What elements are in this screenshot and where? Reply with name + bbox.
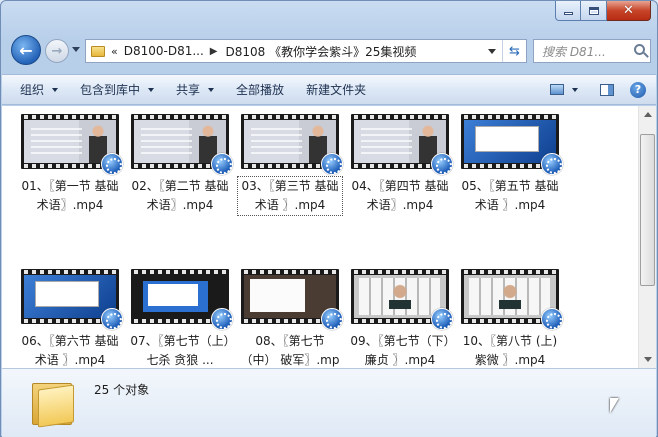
chevron-up-icon [643,112,652,117]
video-thumbnail [351,269,453,330]
new-folder-button[interactable]: 新建文件夹 [306,81,366,98]
back-arrow-icon: ← [19,40,33,60]
minimize-icon [563,12,573,15]
file-item[interactable]: 07、〖第七节（上）七杀 贪狼 ... [128,269,233,368]
forward-button[interactable]: → [45,39,69,63]
file-name: 04、〖第四节 基础术语〗.mp4 [351,179,449,212]
media-player-icon [101,308,123,330]
file-item[interactable]: 10、〖第八节 (上) 紫微 〗.mp4 [458,269,563,368]
view-options-dropdown[interactable] [572,87,578,92]
address-bar[interactable]: « D8100-D81... ▶ D8108 《教你学会紫斗》25集视频 ⇆ [85,39,527,63]
scrollbar-thumb[interactable] [640,134,655,286]
breadcrumb-segment-1[interactable]: D8100-D81... [124,44,204,58]
refresh-icon: ⇆ [509,43,520,59]
new-folder-label: 新建文件夹 [306,83,367,97]
video-thumbnail [241,269,343,330]
organize-menu[interactable]: 组织 [20,81,59,98]
include-library-label: 包含到库中 [80,83,141,97]
folder-icon [91,45,105,57]
folder-icon [32,379,74,428]
chevron-down-icon [488,48,496,54]
file-item[interactable]: 08、〖第七节（中） 破军〗.mp4 [238,269,343,368]
recent-pages-dropdown[interactable] [72,47,80,52]
play-all-label: 全部播放 [236,83,285,97]
chevron-down-icon [148,87,155,92]
video-thumbnail [461,269,563,330]
media-player-icon [211,308,233,330]
video-thumbnail [461,114,563,175]
close-icon: ✕ [623,3,634,18]
details-pane: 25 个对象 [2,368,656,437]
file-item[interactable]: 05、〖第五节 基础术语 〗.mp4 [458,114,563,215]
file-item[interactable]: 04、〖第四节 基础术语〗.mp4 [348,114,453,215]
preview-pane-icon[interactable] [600,83,614,96]
file-item[interactable]: 03、〖第三节 基础术语 〗.mp4 [237,114,343,216]
caption-buttons: ✕ [555,1,651,21]
file-name: 10、〖第八节 (上) 紫微 〗.mp4 [462,334,558,367]
search-input[interactable]: 搜索 D81... [533,39,651,63]
command-bar: 组织 包含到库中 共享 全部播放 新建文件夹 ? [2,74,656,105]
scroll-down-button[interactable] [639,351,656,368]
file-list[interactable]: 01、〖第一节 基础术语〗.mp4 02、〖第二节 基础术语〗.mp4 03、〖第三… [2,106,638,368]
search-icon [634,44,645,55]
file-name: 07、〖第七节（上）七杀 贪狼 ... [130,334,230,367]
file-item[interactable]: 06、〖第六节 基础术语 〗.mp4 [18,269,123,368]
video-thumbnail [21,269,123,330]
file-name: 09、〖第七节（下）廉贞 〗.mp4 [350,334,450,367]
file-name: 02、〖第二节 基础术语〗.mp4 [131,179,229,212]
media-player-icon [431,308,453,330]
share-menu[interactable]: 共享 [176,81,215,98]
scroll-up-button[interactable] [639,106,656,123]
media-player-icon [541,308,563,330]
media-player-icon [211,153,233,175]
organize-label: 组织 [20,83,45,97]
file-name: 06、〖第六节 基础术语 〗.mp4 [21,334,119,367]
minimize-button[interactable] [555,1,581,21]
file-name: 03、〖第三节 基础术语 〗.mp4 [237,176,343,216]
refresh-button[interactable]: ⇆ [502,40,526,62]
file-name: 08、〖第七节（中） 破军〗.mp4 [240,334,340,367]
close-button[interactable]: ✕ [607,1,651,21]
media-player-icon [321,153,343,175]
item-count: 25 个对象 [94,383,150,397]
video-thumbnail [351,114,453,175]
explorer-window: ✕ ← → « D8100-D81... ▶ D8108 《教你学会紫斗》25集… [0,0,658,437]
video-thumbnail [241,114,343,175]
vertical-scrollbar[interactable] [638,106,656,368]
forward-arrow-icon: → [51,43,63,59]
include-in-library-menu[interactable]: 包含到库中 [80,81,155,98]
back-button[interactable]: ← [11,35,41,65]
search-placeholder: 搜索 D81... [542,44,606,59]
video-thumbnail [131,114,233,175]
media-player-icon [101,153,123,175]
breadcrumb-segment-2[interactable]: D8108 《教你学会紫斗》25集视频 [226,43,417,60]
file-name: 01、〖第一节 基础术语〗.mp4 [21,179,119,212]
share-label: 共享 [176,83,201,97]
media-player-icon [541,153,563,175]
address-dropdown-button[interactable] [482,40,502,62]
change-view-icon[interactable] [550,84,564,95]
video-thumbnail [131,269,233,330]
video-thumbnail [21,114,123,175]
file-item[interactable]: 09、〖第七节（下）廉贞 〗.mp4 [348,269,453,368]
chevron-down-icon [208,87,215,92]
play-all-button[interactable]: 全部播放 [236,81,284,98]
file-name: 05、〖第五节 基础术语 〗.mp4 [461,179,559,212]
maximize-button[interactable] [581,1,607,21]
address-overflow[interactable]: « [111,45,118,58]
breadcrumb-chevron-icon[interactable]: ▶ [210,46,218,57]
help-icon[interactable]: ? [630,81,646,98]
media-player-icon [321,308,343,330]
mouse-cursor-icon [610,398,619,413]
file-item[interactable]: 01、〖第一节 基础术语〗.mp4 [18,114,123,215]
navigation-bar: ← → « D8100-D81... ▶ D8108 《教你学会紫斗》25集视频… [9,35,651,65]
media-player-icon [431,153,453,175]
maximize-icon [588,6,599,15]
chevron-down-icon [643,357,652,362]
chevron-down-icon [52,87,59,92]
file-item[interactable]: 02、〖第二节 基础术语〗.mp4 [128,114,233,215]
